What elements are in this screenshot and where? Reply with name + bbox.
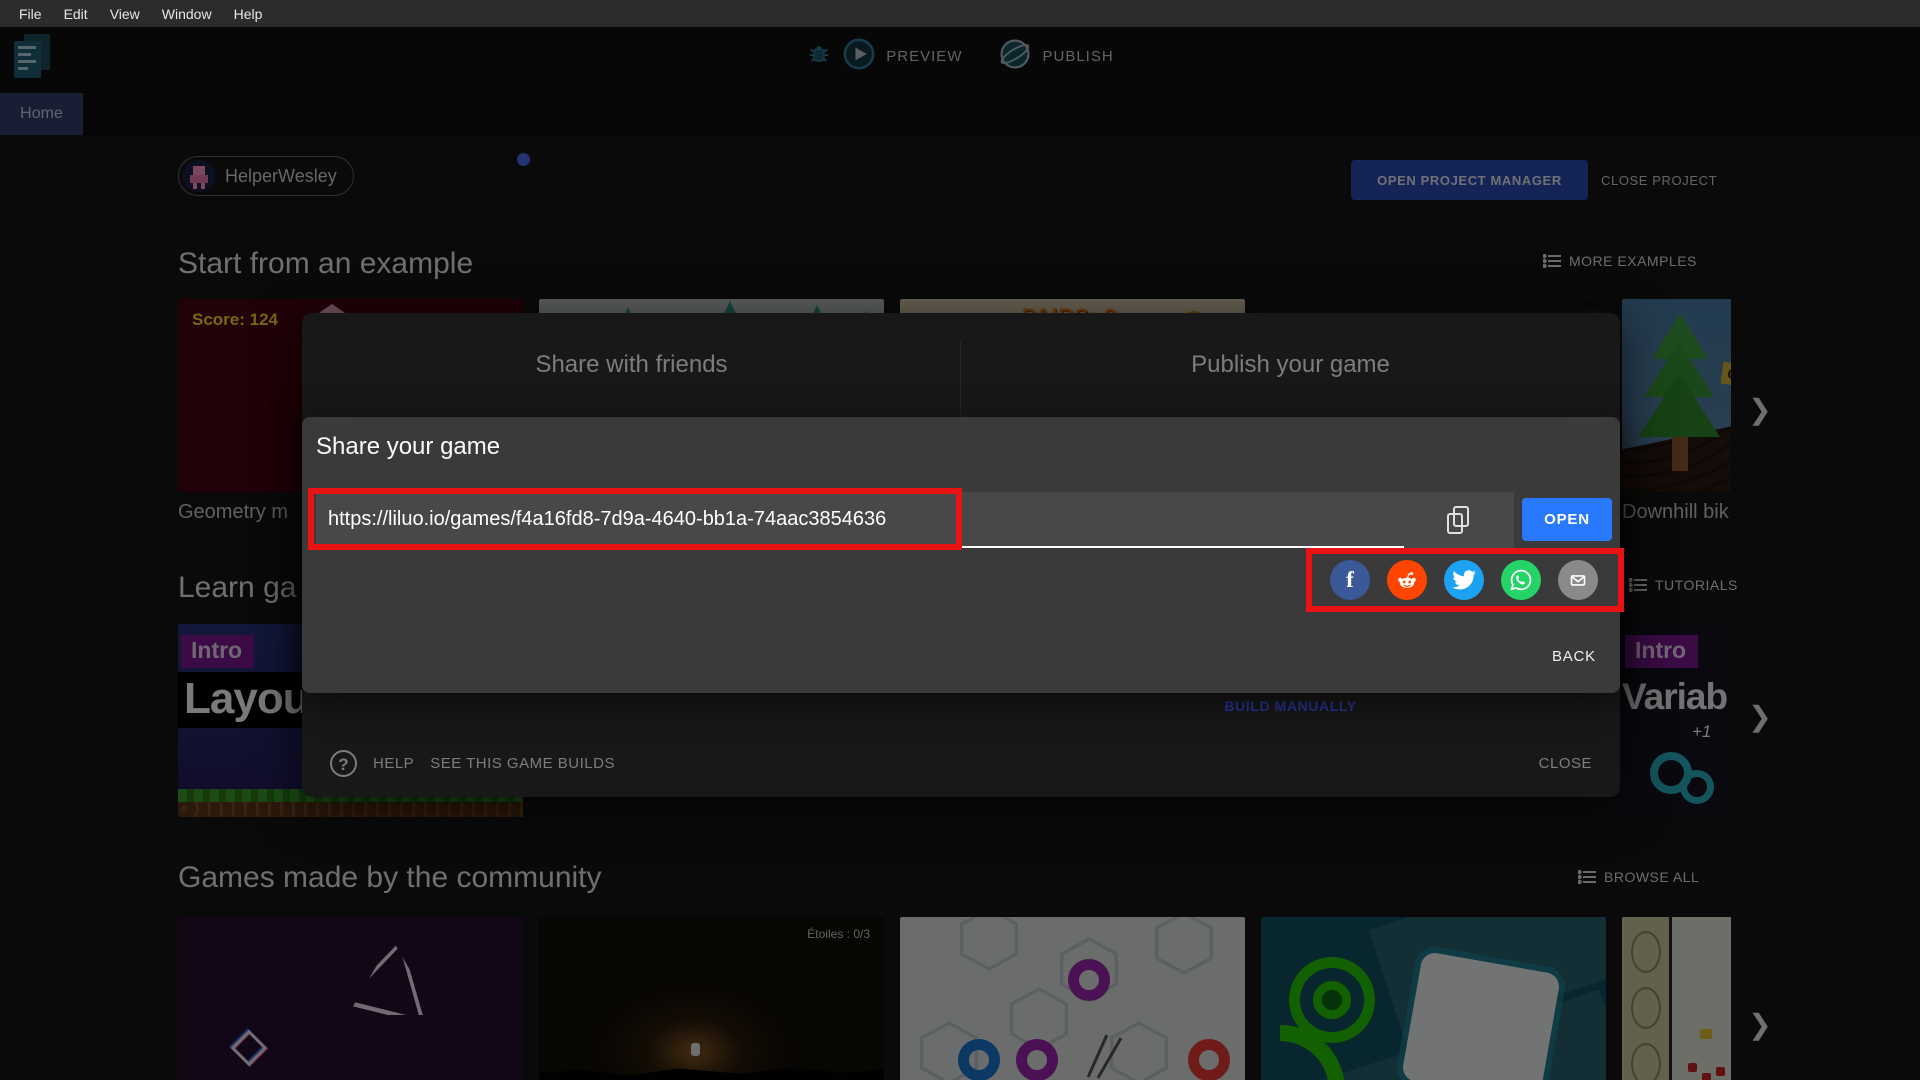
annotation-social-highlight: [1306, 548, 1624, 612]
menu-bar: File Edit View Window Help: [0, 0, 1920, 27]
open-game-button[interactable]: OPEN: [1522, 498, 1612, 541]
menu-help[interactable]: Help: [223, 6, 274, 22]
back-button[interactable]: BACK: [1552, 648, 1596, 665]
copy-url-button[interactable]: [1404, 492, 1514, 548]
menu-view[interactable]: View: [99, 6, 151, 22]
annotation-url-highlight: [308, 488, 962, 550]
menu-window[interactable]: Window: [151, 6, 223, 22]
share-card-title: Share your game: [316, 433, 501, 460]
menu-file[interactable]: File: [8, 6, 53, 22]
copy-icon: [1447, 506, 1471, 534]
menu-edit[interactable]: Edit: [53, 6, 99, 22]
